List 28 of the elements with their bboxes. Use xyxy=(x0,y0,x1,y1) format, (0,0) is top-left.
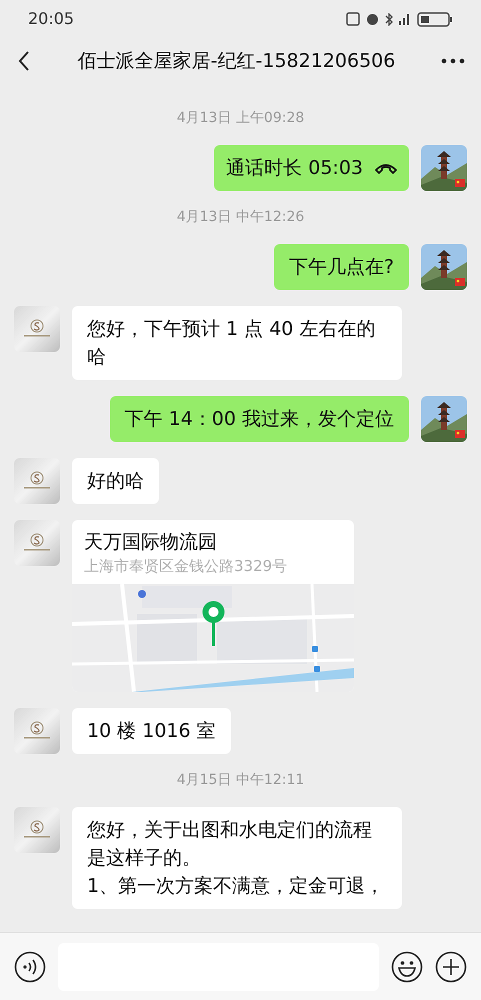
call-bubble[interactable]: 通话时长 05:03 xyxy=(214,145,409,191)
battery-icon xyxy=(417,12,453,26)
plus-icon[interactable] xyxy=(435,950,467,982)
phone-icon xyxy=(375,162,397,174)
bluetooth-icon xyxy=(385,12,393,26)
timestamp: 4月15日 中午12:11 xyxy=(176,771,304,790)
logo-avatar-icon[interactable] xyxy=(14,520,60,566)
logo-avatar-icon[interactable] xyxy=(14,306,60,352)
status-time: 20:05 xyxy=(28,8,74,30)
location-title: 天万国际物流园 xyxy=(84,530,218,555)
timestamp: 4月13日 上午09:28 xyxy=(176,109,304,128)
location-card[interactable]: 天万国际物流园 上海市奉贤区金钱公路3329号 xyxy=(72,520,354,692)
logo-avatar-icon[interactable] xyxy=(14,708,60,754)
logo-avatar-icon[interactable] xyxy=(14,807,60,853)
logo-avatar-icon[interactable] xyxy=(14,458,60,504)
message-bubble[interactable]: 好的哈 xyxy=(72,458,159,504)
message-bubble[interactable]: 10 楼 1016 室 xyxy=(72,708,231,754)
message-bubble[interactable]: 下午 14：00 我过来，发个定位 xyxy=(110,396,409,442)
location-address: 上海市奉贤区金钱公路3329号 xyxy=(84,556,288,576)
message-bubble[interactable]: 您好，下午预计 1 点 40 左右在的哈 xyxy=(72,306,402,380)
message-bubble[interactable]: 您好，关于出图和水电定们的流程是这样子的。 1、第一次方案不满意，定金可退， xyxy=(72,807,402,909)
timestamp: 4月13日 中午12:26 xyxy=(176,208,304,227)
message-bubble[interactable]: 下午几点在? xyxy=(274,244,409,290)
signal-icon xyxy=(399,13,411,25)
more-icon[interactable] xyxy=(441,58,465,64)
voice-icon[interactable] xyxy=(14,950,46,982)
chat-title: 佰士派全屋家居-纪红-15821206506 xyxy=(76,48,396,74)
emoji-icon[interactable] xyxy=(391,950,423,982)
